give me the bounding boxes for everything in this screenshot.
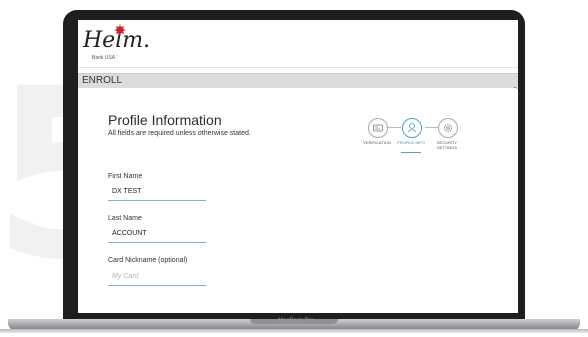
maple-leaf-icon — [114, 24, 126, 36]
step-profile-info[interactable] — [402, 118, 422, 138]
laptop-model-label: MacBook Pro — [277, 318, 314, 324]
step-connector — [387, 127, 401, 128]
page-subtitle: All fields are required unless otherwise… — [108, 130, 251, 137]
step-verification[interactable] — [368, 118, 388, 138]
last-name-value: ACCOUNT — [112, 230, 147, 237]
gear-icon — [444, 124, 452, 132]
card-nickname-placeholder: My Card — [112, 273, 139, 280]
card-nickname-field[interactable]: My Card — [108, 269, 206, 286]
first-name-field[interactable]: DX TEST — [108, 184, 206, 201]
logo-tagline: Bank USA — [92, 55, 116, 61]
last-name-field[interactable]: ACCOUNT — [108, 226, 206, 243]
progress-stepper: VERIFICATION PROFILE INFO SECURITY SETTI… — [363, 118, 488, 158]
laptop-screen: Helm. Bank USA ENROLL Profile Informatio… — [78, 20, 518, 313]
active-step-indicator — [401, 152, 421, 153]
id-card-icon — [373, 124, 383, 132]
section-title: ENROLL — [82, 75, 123, 86]
first-name-label: First Name — [108, 173, 143, 180]
laptop-shadow — [0, 329, 588, 333]
step-label: VERIFICATION — [363, 140, 391, 145]
page-title: Profile Information — [108, 112, 222, 128]
step-label: SECURITY SETTINGS — [436, 140, 458, 150]
first-name-value: DX TEST — [112, 188, 142, 195]
form-area: Profile Information All fields are requi… — [78, 88, 516, 313]
step-label: PROFILE INFO — [397, 140, 425, 145]
app-header: Helm. Bank USA — [78, 20, 518, 68]
person-icon — [407, 123, 417, 133]
last-name-label: Last Name — [108, 215, 142, 222]
step-security-settings[interactable] — [438, 118, 458, 138]
card-nickname-label: Card Nickname (optional) — [108, 257, 188, 264]
step-connector — [425, 127, 439, 128]
section-header: ENROLL — [78, 73, 518, 89]
